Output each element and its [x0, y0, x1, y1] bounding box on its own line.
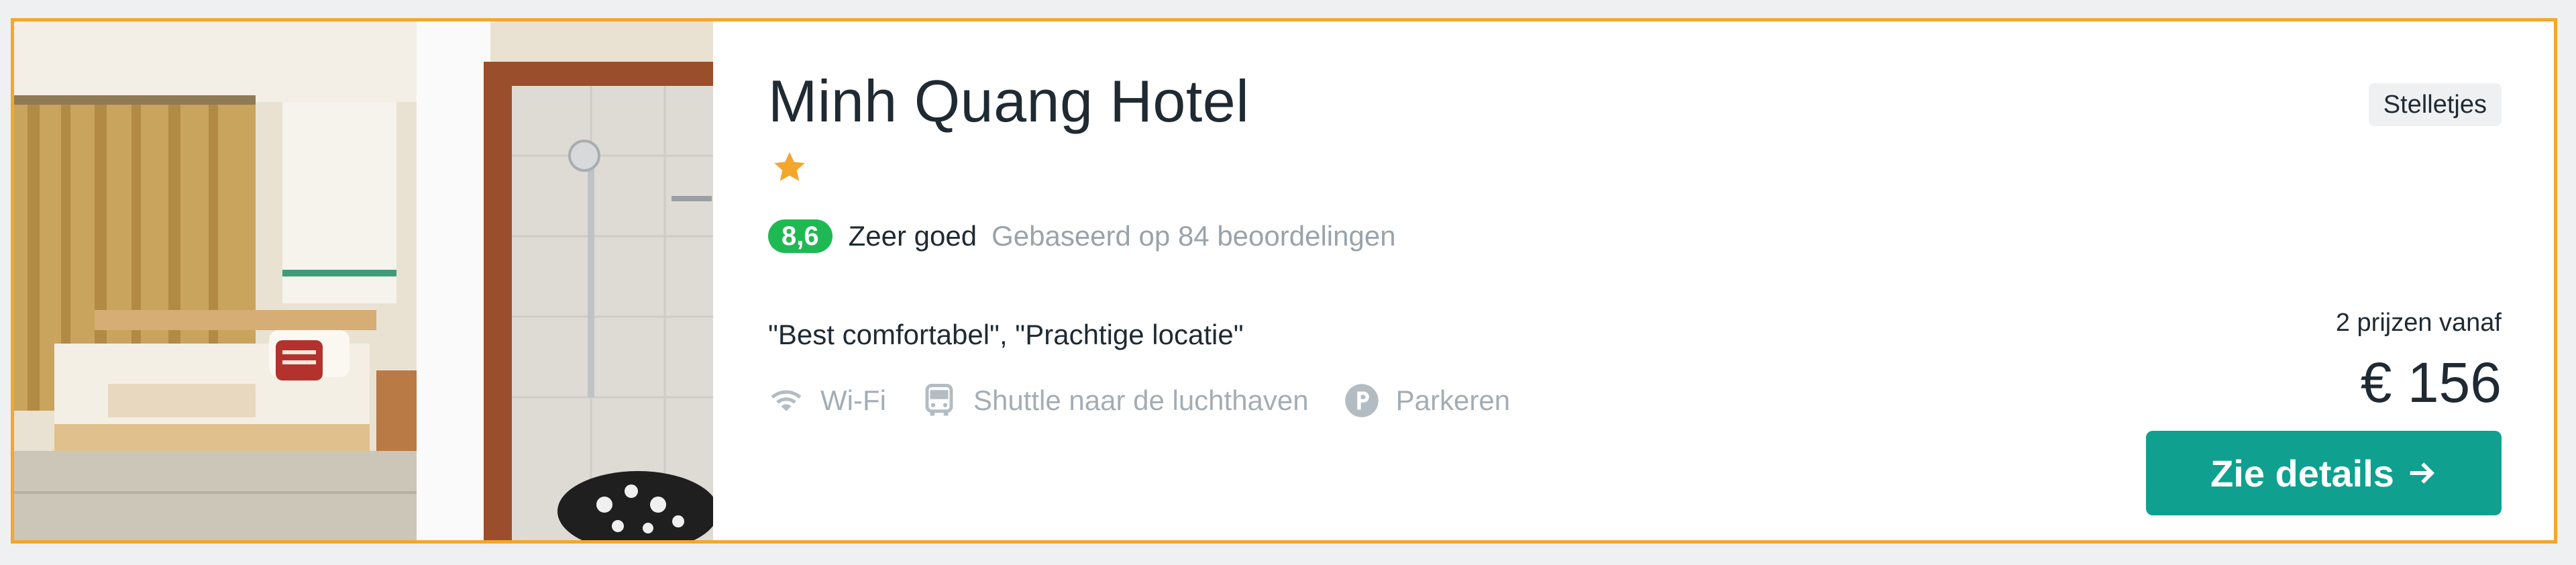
amenity-shuttle: Shuttle naar de luchthaven	[921, 382, 1309, 419]
hotel-info: Minh Quang Hotel 8,6 Zeer goed Gebaseerd…	[713, 21, 2554, 540]
wifi-icon	[768, 382, 804, 419]
score-badge: 8,6	[768, 219, 833, 253]
review-quotes: "Best comfortabel", "Prachtige locatie"	[768, 319, 1244, 350]
hotel-card[interactable]: Minh Quang Hotel 8,6 Zeer goed Gebaseerd…	[11, 18, 2557, 544]
hotel-photo[interactable]	[14, 21, 713, 540]
arrow-right-icon	[2406, 458, 2437, 489]
property-tag: Stelletjes	[2368, 83, 2502, 126]
rating-row: 8,6 Zeer goed Gebaseerd op 84 beoordelin…	[768, 216, 1396, 256]
rating-count[interactable]: Gebaseerd op 84 beoordelingen	[991, 220, 1395, 252]
amenity-label: Parkeren	[1395, 384, 1511, 416]
amenity-wifi: Wi-Fi	[768, 382, 886, 419]
star-icon	[774, 152, 805, 181]
button-label: Zie details	[2210, 452, 2394, 495]
price-from-text[interactable]: 2 prijzen vanaf	[2336, 309, 2502, 338]
price: € 156	[2360, 351, 2502, 414]
amenity-label: Wi-Fi	[820, 384, 886, 416]
parking-icon	[1344, 382, 1380, 419]
rating-label: Zeer goed	[848, 220, 977, 252]
amenity-parking: Parkeren	[1344, 382, 1510, 419]
view-details-button[interactable]: Zie details	[2146, 431, 2502, 515]
amenities-list: Wi-Fi Shuttle naar de luchthaven Parkere…	[768, 377, 1545, 424]
hotel-name[interactable]: Minh Quang Hotel	[768, 67, 1249, 136]
star-rating	[771, 149, 808, 187]
shuttle-bus-icon	[921, 382, 957, 419]
hotel-room-image	[14, 21, 713, 540]
amenity-label: Shuttle naar de luchthaven	[973, 384, 1309, 416]
